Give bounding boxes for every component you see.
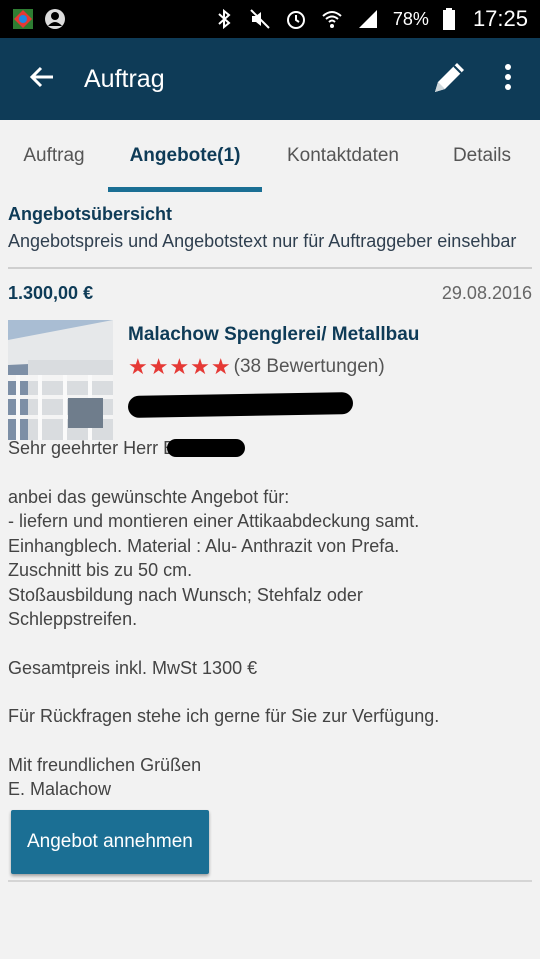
star-rating-icon: ★★★★★	[128, 354, 232, 379]
page-title: Auftrag	[84, 64, 165, 93]
account-notification-icon	[44, 8, 66, 30]
arrow-left-icon	[29, 64, 55, 95]
overview-title: Angebotsübersicht	[8, 204, 173, 224]
offer-total: Gesamtpreis inkl. MwSt 1300 €	[8, 657, 258, 678]
status-bar: 78% 17:25	[0, 0, 540, 38]
offer-contact-note: Für Rückfragen stehe ich gerne für Sie z…	[8, 706, 440, 726]
tab-angebote[interactable]: Angebote(1)	[108, 120, 262, 192]
tab-auftrag[interactable]: Auftrag	[0, 120, 108, 192]
company-name[interactable]: Malachow Spenglerei/ Metallbau	[128, 324, 419, 346]
redaction-mark	[127, 392, 354, 418]
back-button[interactable]	[20, 57, 64, 101]
redaction-mark	[167, 439, 246, 458]
pencil-icon	[431, 58, 469, 101]
wifi-icon	[321, 8, 343, 30]
offer-closing: Mit freundlichen Grüßen E. Malachow	[8, 754, 202, 800]
rating: ★★★★★ (38 Bewertungen)	[128, 354, 419, 380]
divider	[8, 267, 532, 269]
bluetooth-icon	[213, 8, 235, 30]
offer-text: Sehr geehrter Herr B anbei das gewünscht…	[8, 436, 532, 802]
signal-icon	[357, 8, 379, 30]
battery-percent: 78%	[392, 8, 429, 29]
battery-icon	[442, 8, 455, 30]
app-notification-icon	[12, 8, 34, 30]
overview-subtitle: Angebotspreis und Angebotstext nur für A…	[8, 231, 517, 251]
tab-bar: Auftrag Angebote(1) Kontaktdaten Details	[0, 120, 540, 192]
tab-details[interactable]: Details	[424, 120, 540, 192]
offer-body: anbei das gewünschte Angebot für: - lief…	[8, 486, 420, 630]
company-photo[interactable]	[8, 320, 113, 440]
alarm-icon	[285, 8, 307, 30]
overflow-menu-button[interactable]	[496, 57, 520, 101]
app-bar: Auftrag	[0, 38, 540, 120]
clock: 17:25	[472, 6, 528, 31]
offer-date: 29.08.2016	[441, 283, 532, 303]
review-count[interactable]: (38 Bewertungen)	[234, 356, 385, 378]
more-vertical-icon	[504, 63, 512, 95]
mute-icon	[249, 8, 271, 30]
offer-card[interactable]: Malachow Spenglerei/ Metallbau ★★★★★ (38…	[8, 320, 532, 440]
divider	[8, 879, 532, 882]
offer-content: Angebotsübersicht Angebotspreis und Ange…	[0, 192, 540, 959]
accept-offer-button[interactable]: Angebot annehmen	[11, 809, 209, 874]
tab-kontaktdaten[interactable]: Kontaktdaten	[262, 120, 424, 192]
price-row: 1.300,00 € 29.08.2016	[8, 283, 532, 304]
offer-price: 1.300,00 €	[8, 283, 94, 303]
edit-button[interactable]	[428, 57, 472, 101]
